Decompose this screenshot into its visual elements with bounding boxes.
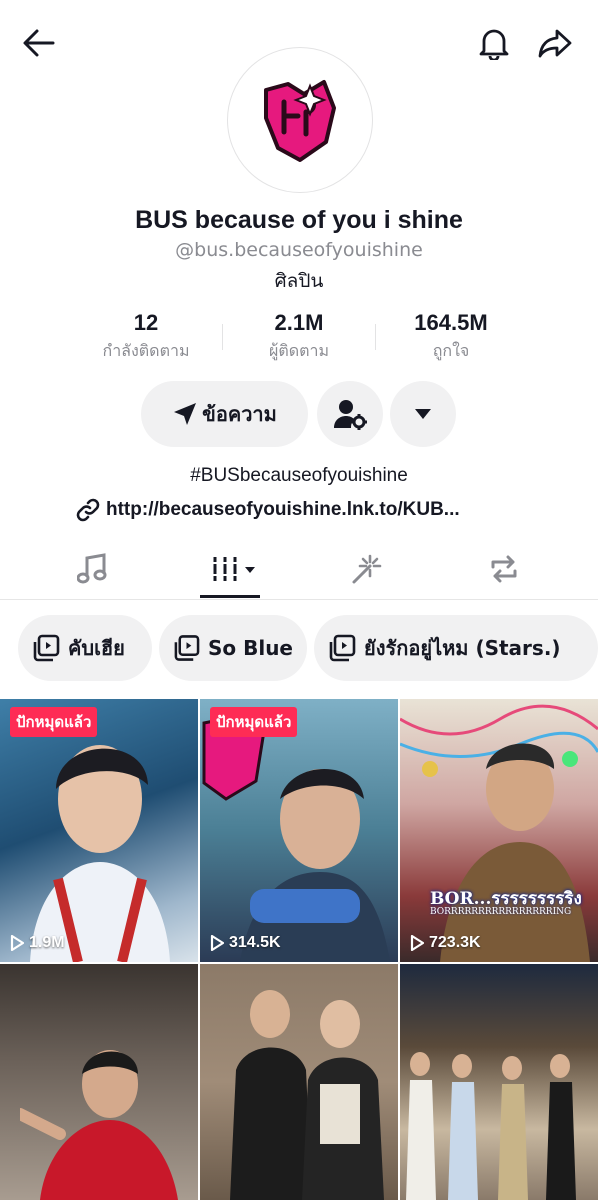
person-silhouette xyxy=(20,1050,178,1200)
bio-hashtag[interactable]: #BUSbecauseofyouishine xyxy=(0,465,598,487)
bio-link-text: http://becauseofyouishine.lnk.to/KUB... xyxy=(106,499,460,520)
profile-tabs xyxy=(0,538,598,600)
arrow-left-icon xyxy=(23,29,55,57)
video-caption-sub: BORRRRRRRRRRRRRRRRING xyxy=(430,907,572,917)
view-count: 1.9M xyxy=(10,934,65,952)
stat-value: 12 xyxy=(133,310,159,335)
playlist-icon xyxy=(174,635,200,661)
people-silhouette xyxy=(406,1052,576,1200)
bell-icon xyxy=(479,29,509,60)
display-name: BUS because of you i shine xyxy=(135,206,463,234)
video-thumbnail[interactable]: BOR...รรรรรรรรริง BORRRRRRRRRRRRRRRRING … xyxy=(400,699,598,962)
tab-music[interactable] xyxy=(74,552,110,586)
stat-likes[interactable]: 164.5M ถูกใจ xyxy=(381,310,521,364)
follow-settings-button[interactable] xyxy=(317,381,383,447)
share-arrow-icon xyxy=(538,29,572,58)
bio-link[interactable]: http://becauseofyouishine.lnk.to/KUB... xyxy=(76,498,460,522)
person-silhouette xyxy=(30,745,170,962)
message-label: ข้อความ xyxy=(202,402,277,426)
person-silhouette xyxy=(240,769,390,962)
music-note-icon xyxy=(77,553,107,584)
playlist-chip[interactable]: So Blue xyxy=(159,615,307,681)
playlist-chip[interactable]: ยังรักอยู่ไหม (Stars.) xyxy=(314,615,598,681)
playlist-icon xyxy=(33,634,60,662)
tab-reposts[interactable] xyxy=(486,552,522,586)
person-silhouette xyxy=(440,743,590,962)
caret-down-icon xyxy=(415,409,431,419)
avatar[interactable] xyxy=(227,47,373,193)
active-tab-indicator xyxy=(200,595,260,598)
more-options-button[interactable] xyxy=(390,381,456,447)
stat-following[interactable]: 12 กำลังติดตาม xyxy=(76,310,216,364)
playlist-icon xyxy=(329,634,356,662)
view-count-text: 1.9M xyxy=(29,934,65,951)
stat-label: ผู้ติดตาม xyxy=(268,341,330,360)
tab-videos[interactable] xyxy=(208,552,260,586)
repost-icon xyxy=(491,555,517,583)
message-button[interactable]: ข้อความ xyxy=(141,381,308,447)
share-button[interactable] xyxy=(535,23,575,63)
video-thumbnail[interactable]: ปักหมุดแล้ว 1.9M xyxy=(0,699,198,962)
artist-logo xyxy=(264,80,336,162)
magic-wand-icon xyxy=(352,554,382,584)
view-count-text: 723.3K xyxy=(429,934,481,951)
username-handle: @bus.becauseofyouishine xyxy=(175,239,423,261)
play-icon xyxy=(410,935,424,951)
view-count: 314.5K xyxy=(210,934,281,952)
notifications-button[interactable] xyxy=(474,23,514,63)
stat-value: 164.5M xyxy=(414,310,488,335)
playlist-chip[interactable]: คับเฮีย xyxy=(18,615,152,681)
playlist-label: คับเฮีย xyxy=(68,636,125,660)
video-thumbnail[interactable] xyxy=(0,964,198,1200)
account-category: ศิลปิน xyxy=(274,270,324,292)
playlist-label: So Blue xyxy=(207,636,293,660)
view-count-text: 314.5K xyxy=(229,934,281,951)
send-icon xyxy=(174,403,197,425)
back-button[interactable] xyxy=(19,23,59,63)
stat-divider xyxy=(375,324,376,350)
stat-followers[interactable]: 2.1M ผู้ติดตาม xyxy=(229,310,369,364)
play-icon xyxy=(210,935,224,951)
link-icon xyxy=(76,498,100,522)
pinned-badge: ปักหมุดแล้ว xyxy=(210,707,298,737)
tab-effects[interactable] xyxy=(347,552,383,586)
stat-value: 2.1M xyxy=(274,310,324,335)
stat-label: ถูกใจ xyxy=(432,341,470,360)
video-thumbnail[interactable]: ปักหมุดแล้ว 314.5K xyxy=(200,699,398,962)
user-gear-icon xyxy=(334,400,367,430)
playlist-label: ยังรักอยู่ไหม (Stars.) xyxy=(364,636,561,660)
pinned-badge: ปักหมุดแล้ว xyxy=(10,707,98,737)
stat-label: กำลังติดตาม xyxy=(102,341,190,360)
video-thumbnail[interactable] xyxy=(400,964,598,1200)
view-count: 723.3K xyxy=(410,934,481,952)
play-icon xyxy=(10,935,24,951)
people-silhouette xyxy=(230,990,384,1200)
stat-divider xyxy=(222,324,223,350)
video-thumbnail[interactable] xyxy=(200,964,398,1200)
videos-grid-icon xyxy=(213,557,255,581)
